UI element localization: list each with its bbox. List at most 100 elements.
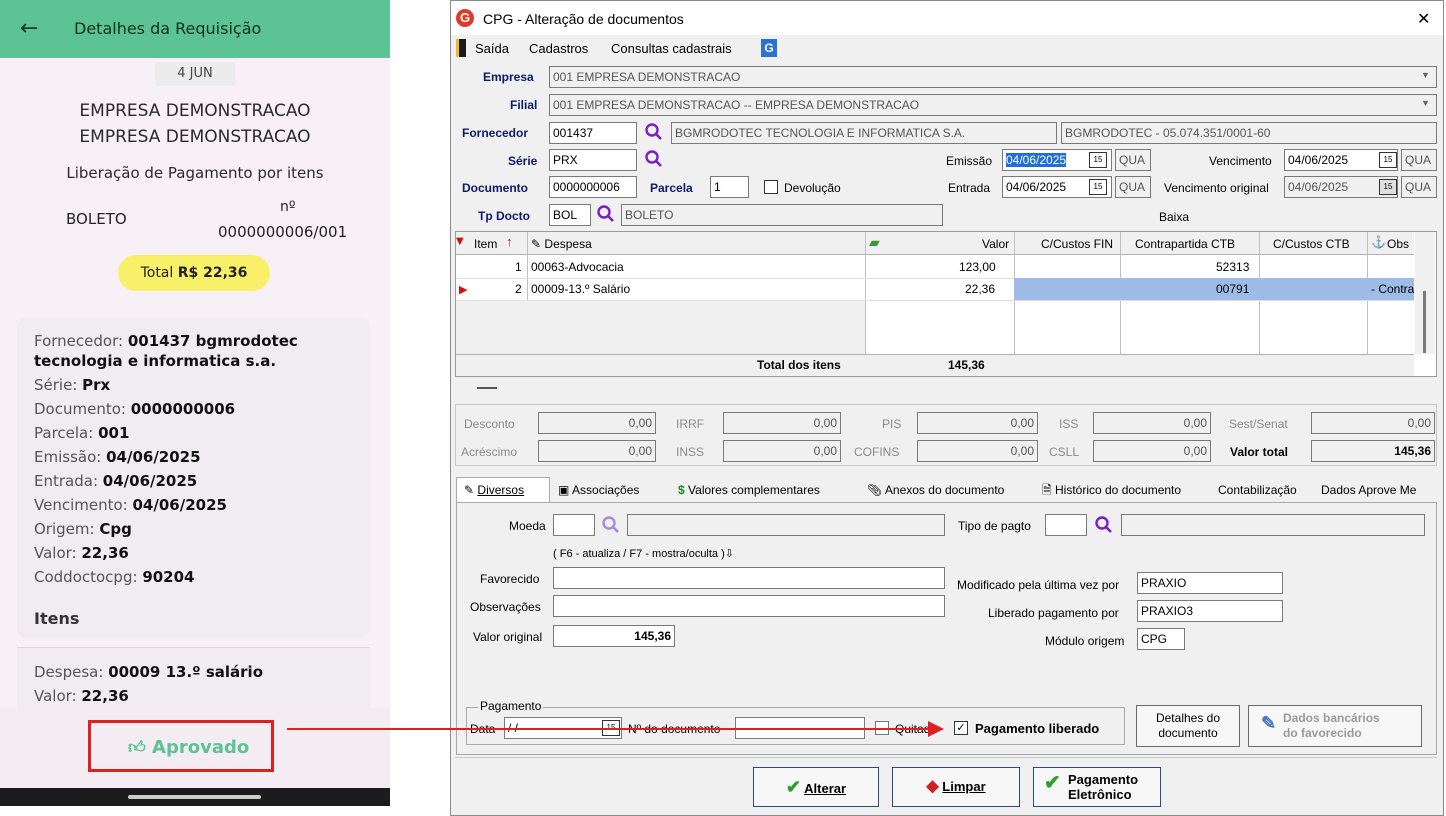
detail-row: tecnologia e informatica s.a. (34, 352, 277, 370)
tab-historico[interactable]: 🗎︎ Histórico do documento (1042, 479, 1181, 501)
tab-anexos[interactable]: 📎︎ Anexos do documento (867, 479, 1004, 501)
tab-diversos[interactable]: ✎ Diversos (464, 479, 524, 501)
irrf-field: 0,00 (723, 412, 841, 434)
close-icon[interactable]: ✕ (1417, 9, 1430, 29)
back-arrow-icon[interactable]: ← (20, 14, 44, 44)
filial-select[interactable]: 001 EMPRESA DEMONSTRACAO -- EMPRESA DEMO… (549, 94, 1437, 116)
venc-original-label: Vencimento original (1164, 181, 1269, 195)
col-obs[interactable]: Obs (1387, 237, 1409, 251)
col-item[interactable]: Item (474, 237, 497, 251)
valor-original-input[interactable]: 145,36 (553, 625, 675, 647)
chevron-down-icon[interactable]: ▼ (1421, 98, 1430, 108)
tab-associacoes[interactable]: ▣ Associações (558, 479, 639, 501)
documento-input[interactable]: 0000000006 (549, 176, 637, 198)
tab-valores-complementares[interactable]: $ Valores complementares (678, 479, 820, 501)
dollar-icon: $ (678, 483, 685, 497)
tab-contabilizacao[interactable]: Contabilização (1218, 479, 1297, 501)
annotation-arrowhead-icon (928, 721, 944, 737)
total-badge: Total R$ 22,36 (118, 255, 270, 291)
calendar-icon[interactable]: 15 (1089, 152, 1107, 168)
vencimento-weekday: QUA (1401, 149, 1437, 171)
detail-row: Valor: 22,36 (34, 544, 129, 562)
mobile-app-screen: ← Detalhes da Requisição 4 JUN EMPRESA D… (0, 0, 390, 816)
chevron-down-icon[interactable]: ▼ (1421, 70, 1430, 80)
search-icon[interactable] (596, 204, 616, 224)
g-help-icon[interactable]: G (761, 39, 777, 57)
search-icon[interactable] (1094, 515, 1114, 535)
search-icon[interactable] (601, 515, 621, 535)
fornecedor-name: BGMRODOTEC TECNOLOGIA E INFORMATICA S.A. (671, 122, 1057, 144)
document-number: 0000000006/001 (218, 223, 348, 241)
alterar-button[interactable]: ✔ Alterar (753, 767, 879, 807)
money-icon: ▰ (869, 234, 880, 250)
search-icon[interactable] (644, 122, 664, 142)
empresa-label: Empresa (483, 70, 534, 84)
menu-consultas[interactable]: Consultas cadastrais (611, 41, 732, 56)
col-valor[interactable]: Valor (982, 237, 1009, 251)
row-despesa: 00009-13.º Salário (531, 282, 631, 296)
row-pointer-icon: ▶ (459, 283, 468, 296)
serie-label: Série (508, 154, 538, 168)
tipo-pagto-name (1121, 514, 1425, 536)
detail-row: Entrada: 04/06/2025 (34, 472, 198, 490)
moeda-input[interactable] (553, 514, 595, 536)
thumbs-up-icon: 👍︎ (128, 738, 146, 758)
item-despesa: Despesa: 00009 13.º salário (34, 663, 264, 681)
app-logo-icon: G (456, 9, 474, 27)
calendar-icon[interactable]: 15 (1089, 179, 1107, 195)
menu-cadastros[interactable]: Cadastros (529, 41, 588, 56)
detalhes-documento-button[interactable]: Detalhes do documento (1136, 705, 1240, 747)
grid-total-value: 145,36 (948, 358, 985, 372)
tab-dados-aprove-me[interactable]: Dados Aprove Me (1321, 479, 1416, 501)
pen-icon: ✎ (1261, 713, 1277, 733)
emissao-weekday: QUA (1115, 149, 1151, 171)
menu-saida[interactable]: Saída (475, 41, 509, 56)
calendar-icon[interactable]: 15 (1379, 152, 1397, 168)
cofins-field: 0,00 (917, 440, 1038, 462)
tpdocto-code[interactable]: BOL (549, 204, 591, 226)
col-ccctb[interactable]: C/Custos CTB (1273, 237, 1350, 251)
fornecedor-code[interactable]: 001437 (549, 122, 637, 144)
anchor-icon: ⚓ (1371, 235, 1386, 249)
devolucao-checkbox[interactable] (764, 180, 778, 194)
liberado-input: PRAXIO3 (1137, 600, 1283, 622)
row-contrapartida: 52313 (1216, 260, 1250, 274)
grid-total-row (456, 354, 1414, 376)
form-icon: ✎ (531, 237, 542, 251)
csll-label: CSLL (1049, 445, 1080, 459)
detail-row: Origem: Cpg (34, 520, 132, 538)
serie-input[interactable]: PRX (549, 149, 637, 171)
moeda-name (627, 514, 945, 536)
document-icon: 🗎︎ (1042, 483, 1052, 497)
tipo-pagto-input[interactable] (1045, 514, 1087, 536)
limpar-button[interactable]: ◆ Limpar (892, 767, 1020, 807)
window-icon: ▣ (558, 483, 570, 497)
sort-down-icon: ▼ (456, 236, 464, 247)
pis-field: 0,00 (917, 412, 1038, 434)
home-handle[interactable] (128, 795, 261, 799)
approved-button[interactable]: 👍︎ Aprovado (128, 737, 249, 758)
observacoes-input[interactable] (553, 595, 945, 617)
dados-bancarios-button[interactable]: ✎ Dados bancários do favorecido (1248, 705, 1422, 747)
empresa-select[interactable]: 001 EMPRESA DEMONSTRACAO (549, 66, 1437, 88)
grid-collapse-handle[interactable] (477, 387, 497, 389)
venc-original-weekday: QUA (1401, 176, 1437, 198)
request-subtitle: Liberação de Pagamento por itens (66, 164, 324, 182)
total-value: R$ 22,36 (177, 265, 248, 281)
col-despesa[interactable]: ✎ Despesa (531, 237, 592, 251)
favorecido-input[interactable] (553, 567, 945, 589)
documento-label: Documento (462, 181, 528, 195)
csll-field: 0,00 (1093, 440, 1211, 462)
company-name-1: EMPRESA DEMONSTRACAO (79, 101, 311, 121)
pagamento-liberado-checkbox[interactable]: ✓ (954, 721, 968, 735)
search-icon[interactable] (644, 149, 664, 169)
pagamento-eletronico-button[interactable]: ✔ Pagamento Eletrônico (1033, 767, 1161, 807)
col-ccfin[interactable]: C/Custos FIN (1041, 237, 1113, 251)
scrollbar-thumb[interactable] (1423, 291, 1426, 353)
detail-row: Documento: 0000000006 (34, 400, 236, 418)
parcela-input[interactable]: 1 (710, 176, 749, 198)
exit-door-icon[interactable] (456, 39, 466, 57)
fornecedor-label: Fornecedor (462, 126, 529, 140)
iss-field: 0,00 (1093, 412, 1211, 434)
col-contrapartida[interactable]: Contrapartida CTB (1135, 237, 1235, 251)
